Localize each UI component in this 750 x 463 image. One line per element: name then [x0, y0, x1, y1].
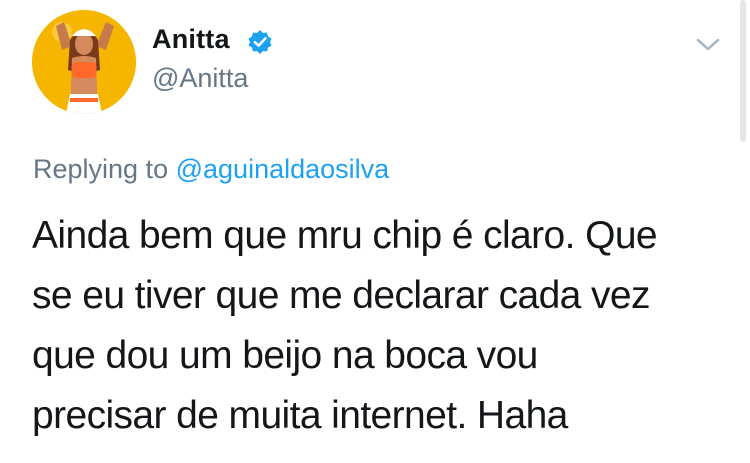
display-name[interactable]: Anitta	[152, 24, 230, 55]
verified-badge-icon	[248, 30, 272, 54]
avatar[interactable]	[32, 10, 136, 114]
replying-to-line: Replying to @aguinaldaosilva	[33, 154, 389, 185]
tweet-text-line: Ainda bem que mru chip é claro. Que	[32, 214, 658, 257]
tweet-text-line: se eu tiver que me declarar cada vez	[32, 274, 651, 317]
more-options-button[interactable]	[692, 30, 724, 58]
scrollbar[interactable]	[740, 0, 746, 142]
tweet-text: Ainda bem que mru chip é claro. Que se e…	[32, 206, 732, 446]
replying-to-label: Replying to	[33, 154, 169, 184]
user-handle[interactable]: @Anitta	[152, 63, 248, 94]
chevron-down-icon	[696, 38, 720, 51]
tweet-card: Anitta @Anitta Replying to @aguinaldaosi…	[0, 0, 750, 463]
tweet-text-line: precisar de muita internet. Haha	[32, 394, 568, 437]
reply-target-link[interactable]: @aguinaldaosilva	[176, 154, 390, 184]
avatar-photo	[32, 10, 136, 114]
tweet-text-line: que dou um beijo na boca vou	[32, 334, 538, 377]
